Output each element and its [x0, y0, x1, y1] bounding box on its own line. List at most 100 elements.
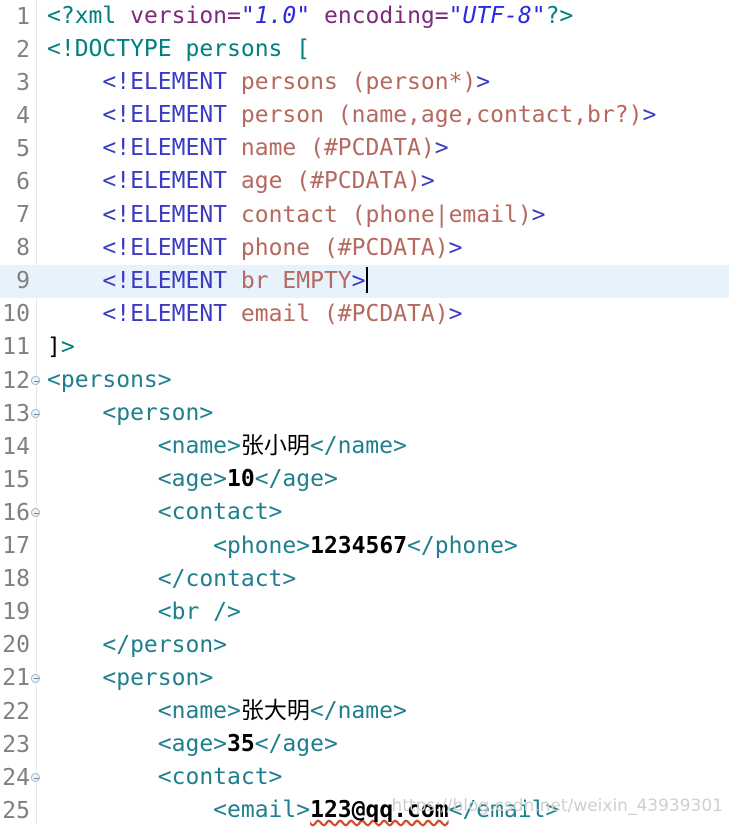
line-number: 25 [2, 797, 30, 824]
code-lines[interactable]: 1 <?xml version="1.0" encoding="UTF-8"?> 2… [0, 0, 729, 827]
code-line[interactable]: 8 <!ELEMENT phone (#PCDATA)> [0, 232, 729, 265]
code-text[interactable]: <?xml version="1.0" encoding="UTF-8"?> [43, 0, 729, 33]
token-dname: br EMPTY [240, 267, 352, 294]
code-line[interactable]: 22 <name>张大明</name> [0, 695, 729, 728]
code-line[interactable]: 23 <age>35</age> [0, 728, 729, 761]
code-line[interactable]: 5 <!ELEMENT name (#PCDATA)> [0, 132, 729, 165]
code-text[interactable]: <age>10</age> [43, 463, 729, 496]
code-line[interactable]: 10 <!ELEMENT email (#PCDATA)> [0, 298, 729, 331]
code-line[interactable]: 9 <!ELEMENT br EMPTY> [0, 264, 729, 298]
fold-gutter-slot [30, 99, 43, 132]
code-text[interactable]: <br /> [43, 596, 729, 629]
code-text[interactable]: <contact> [43, 496, 729, 529]
code-text[interactable]: <!ELEMENT name (#PCDATA)> [43, 132, 729, 165]
code-text[interactable]: <!ELEMENT persons (person*)> [43, 66, 729, 99]
token-tag: <name> [157, 697, 241, 724]
code-line[interactable]: 7 <!ELEMENT contact (phone|email)> [0, 199, 729, 232]
token-doctype: <!DOCTYPE persons [ [47, 36, 311, 63]
token-decl: <!ELEMENT [102, 201, 241, 228]
code-text[interactable]: <person> [43, 662, 729, 695]
code-text[interactable]: <name>张大明</name> [43, 695, 729, 728]
code-line[interactable]: 15 <age>10</age> [0, 463, 729, 496]
fold-collapse-icon[interactable] [30, 397, 43, 430]
fold-collapse-icon[interactable] [30, 662, 43, 695]
code-text[interactable]: <name>张小明</name> [43, 430, 729, 463]
token-decl: <!ELEMENT [102, 69, 241, 96]
token-str: "UTF-8" [448, 3, 546, 29]
fold-gutter-slot [30, 232, 43, 265]
code-line[interactable]: 20 </person> [0, 629, 729, 662]
code-text[interactable]: <age>35</age> [43, 728, 729, 761]
code-line[interactable]: 21 <person> [0, 662, 729, 695]
code-line[interactable]: 19 <br /> [0, 596, 729, 629]
code-editor[interactable]: 1 <?xml version="1.0" encoding="UTF-8"?> 2… [0, 0, 729, 824]
token-attr: version [130, 3, 228, 29]
code-line[interactable]: 12 <persons> [0, 364, 729, 397]
token-doctype: > [60, 333, 75, 360]
token-text: 1234567 [310, 532, 408, 559]
code-text[interactable]: <contact> [43, 761, 729, 794]
line-number: 15 [2, 466, 30, 493]
code-line[interactable]: 1 <?xml version="1.0" encoding="UTF-8"?> [0, 0, 729, 33]
token-tag: <br /> [157, 598, 241, 625]
fold-collapse-icon[interactable] [30, 761, 43, 794]
token-attr: encoding [324, 3, 435, 29]
code-line[interactable]: 24 <contact> [0, 761, 729, 794]
line-number: 5 [16, 135, 30, 162]
code-text[interactable]: </person> [43, 629, 729, 662]
code-text[interactable]: <!DOCTYPE persons [ [43, 33, 729, 66]
code-line[interactable]: 2 <!DOCTYPE persons [ [0, 33, 729, 66]
token-decl: > [448, 300, 463, 327]
token-decl: > [642, 102, 657, 129]
code-text[interactable]: </contact> [43, 563, 729, 596]
code-line[interactable]: 16 <contact> [0, 496, 729, 529]
token-decl: <!ELEMENT [102, 168, 241, 195]
fold-gutter-slot [30, 794, 43, 827]
fold-gutter-slot [30, 728, 43, 761]
code-line[interactable]: 4 <!ELEMENT person (name,age,contact,br?… [0, 99, 729, 132]
code-line[interactable]: 18 </contact> [0, 563, 729, 596]
code-text[interactable]: <phone>1234567</phone> [43, 530, 729, 563]
fold-collapse-icon[interactable] [30, 364, 43, 397]
token-decl: > [448, 234, 463, 261]
token-tag: <phone> [213, 532, 311, 559]
code-line[interactable]: 17 <phone>1234567</phone> [0, 530, 729, 563]
fold-gutter-slot [30, 132, 43, 165]
token-tag: <contact> [157, 764, 283, 791]
fold-gutter-slot [30, 66, 43, 99]
line-number: 24 [2, 764, 30, 791]
code-text[interactable]: <!ELEMENT contact (phone|email)> [43, 199, 729, 232]
line-number: 22 [2, 698, 30, 725]
line-number: 16 [2, 499, 30, 526]
fold-gutter-slot [30, 33, 43, 66]
code-text[interactable]: <!ELEMENT phone (#PCDATA)> [43, 232, 729, 265]
code-text[interactable]: <person> [43, 397, 729, 430]
code-text[interactable]: <!ELEMENT email (#PCDATA)> [43, 298, 729, 331]
token-tag: </age> [254, 731, 338, 758]
code-line[interactable]: 14 <name>张小明</name> [0, 430, 729, 463]
token-dname: phone (#PCDATA) [240, 234, 449, 261]
code-line[interactable]: 3 <!ELEMENT persons (person*)> [0, 66, 729, 99]
fold-gutter-slot [30, 165, 43, 198]
code-text[interactable]: ]> [43, 331, 729, 364]
fold-collapse-icon[interactable] [30, 496, 43, 529]
code-text[interactable]: <!ELEMENT age (#PCDATA)> [43, 165, 729, 198]
code-text[interactable]: <persons> [43, 364, 729, 397]
token-pi: ?> [545, 3, 574, 29]
token-dname: persons (person*) [240, 69, 477, 96]
code-line[interactable]: 25 <email>123@qq.com</email> [0, 794, 729, 827]
code-line[interactable]: 6 <!ELEMENT age (#PCDATA)> [0, 165, 729, 198]
code-text[interactable]: <!ELEMENT br EMPTY> [43, 265, 729, 298]
code-text[interactable]: <email>123@qq.com</email> [43, 794, 729, 827]
code-line[interactable]: 11]> [0, 331, 729, 364]
fold-gutter-slot [30, 629, 43, 662]
code-line[interactable]: 13 <person> [0, 397, 729, 430]
token-dname: person (name,age,contact,br?) [240, 102, 643, 129]
code-text[interactable]: <!ELEMENT person (name,age,contact,br?)> [43, 99, 729, 132]
line-number: 7 [16, 202, 30, 229]
